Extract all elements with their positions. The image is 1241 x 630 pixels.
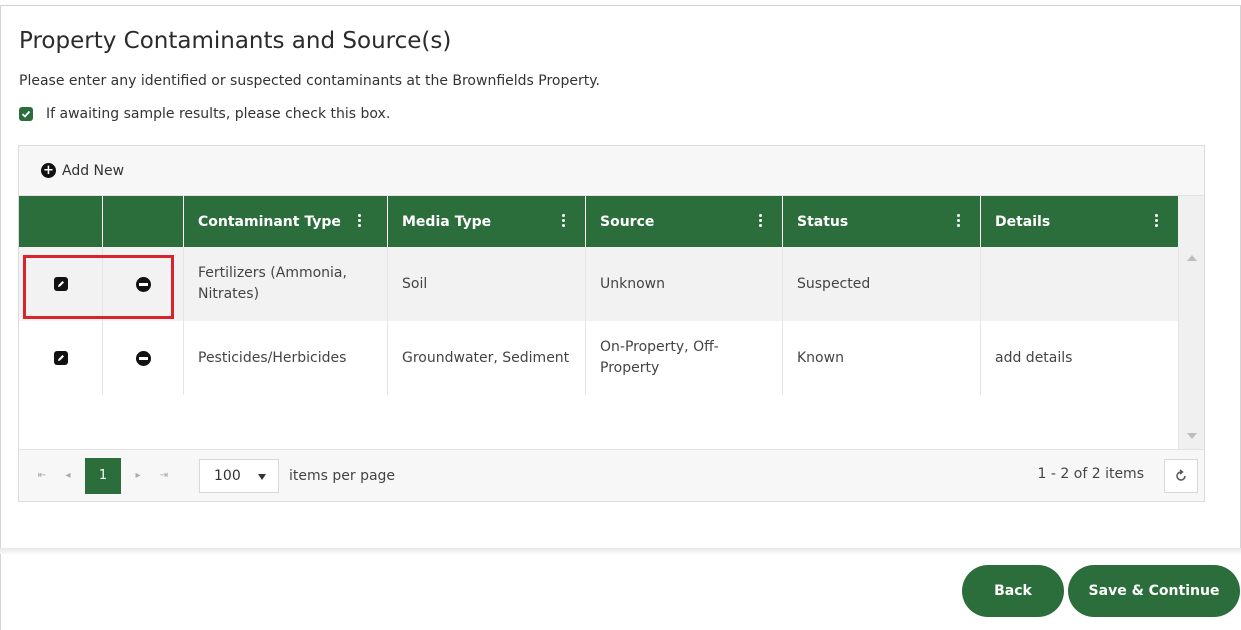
dropdown-caret-icon — [258, 473, 266, 480]
column-menu-icon[interactable] — [759, 214, 762, 227]
grid-toolbar: + Add New — [19, 146, 1204, 196]
header-status[interactable]: Status — [783, 196, 981, 247]
header-media-type[interactable]: Media Type — [388, 196, 586, 247]
remove-icon[interactable] — [135, 350, 151, 366]
refresh-icon — [1176, 469, 1186, 481]
add-new-button[interactable]: + Add New — [41, 163, 124, 179]
column-menu-icon[interactable] — [562, 214, 565, 227]
remove-icon[interactable] — [135, 276, 151, 292]
prev-page-icon[interactable]: ◂ — [55, 458, 81, 494]
column-menu-icon[interactable] — [358, 214, 361, 227]
edit-cell — [19, 321, 103, 395]
top-border — [0, 5, 1241, 6]
edit-icon[interactable] — [53, 351, 68, 365]
awaiting-results-label: If awaiting sample results, please check… — [46, 106, 391, 122]
footer-divider — [0, 548, 1241, 554]
header-label: Contaminant Type — [198, 213, 341, 230]
left-border — [0, 5, 1, 630]
back-button[interactable]: Back — [962, 565, 1064, 617]
page-number-button[interactable]: 1 — [85, 457, 121, 494]
awaiting-results-checkbox[interactable] — [19, 107, 33, 121]
first-page-icon[interactable]: ⇤ — [29, 458, 55, 494]
pager-info: 1 - 2 of 2 items — [1037, 466, 1144, 482]
contaminants-grid: + Add New Contaminant Type Media Type So… — [18, 145, 1205, 502]
save-continue-button[interactable]: Save & Continue — [1068, 565, 1240, 617]
cell-source: Unknown — [586, 247, 783, 321]
column-menu-icon[interactable] — [1155, 214, 1158, 227]
cell-status: Known — [783, 321, 981, 395]
header-label: Source — [600, 213, 655, 230]
page-size-select[interactable]: 100 — [199, 458, 279, 493]
cell-media-type: Soil — [388, 247, 586, 321]
header-label: Media Type — [402, 213, 492, 230]
check-icon — [21, 110, 31, 118]
edit-cell — [19, 247, 103, 321]
cell-details — [981, 247, 1178, 321]
next-page-icon[interactable]: ▸ — [125, 458, 151, 494]
grid-pager: ⇤ ◂ 1 ▸ ⇥ 100 items per page 1 - 2 of 2 … — [19, 449, 1204, 501]
scroll-up-icon[interactable] — [1187, 255, 1197, 261]
refresh-button[interactable] — [1164, 459, 1198, 493]
header-scrollbar-spacer — [1178, 196, 1204, 247]
header-label: Details — [995, 213, 1051, 230]
edit-icon[interactable] — [53, 277, 68, 291]
cell-details[interactable]: add details — [981, 321, 1178, 395]
cell-source: On-Property, Off-Property — [586, 321, 783, 395]
page-size-value: 100 — [214, 467, 241, 484]
cell-contaminant-type: Pesticides/Herbicides — [184, 321, 388, 395]
cell-contaminant-type: Fertilizers (Ammonia, Nitrates) — [184, 247, 388, 321]
header-edit-column — [19, 196, 103, 247]
table-row: Pesticides/Herbicides Groundwater, Sedim… — [19, 321, 1178, 395]
remove-cell — [103, 247, 184, 321]
add-new-label: Add New — [62, 162, 125, 179]
header-contaminant-type[interactable]: Contaminant Type — [184, 196, 388, 247]
scroll-down-icon[interactable] — [1187, 433, 1197, 439]
cell-status: Suspected — [783, 247, 981, 321]
page-title: Property Contaminants and Source(s) — [19, 28, 452, 54]
grid-header: Contaminant Type Media Type Source Statu… — [19, 196, 1178, 247]
remove-cell — [103, 321, 184, 395]
items-per-page-label: items per page — [289, 467, 396, 484]
cell-media-type: Groundwater, Sediment — [388, 321, 586, 395]
plus-circle-icon: + — [41, 163, 56, 178]
header-details[interactable]: Details — [981, 196, 1178, 247]
last-page-icon[interactable]: ⇥ — [151, 458, 177, 494]
header-remove-column — [103, 196, 184, 247]
column-menu-icon[interactable] — [957, 214, 960, 227]
grid-body: Fertilizers (Ammonia, Nitrates) Soil Unk… — [19, 247, 1178, 395]
page-frame: Property Contaminants and Source(s) Plea… — [0, 0, 1241, 630]
table-row: Fertilizers (Ammonia, Nitrates) Soil Unk… — [19, 247, 1178, 321]
header-label: Status — [797, 213, 849, 230]
vertical-scrollbar[interactable] — [1178, 247, 1204, 449]
awaiting-results-checkbox-row[interactable]: If awaiting sample results, please check… — [19, 106, 390, 122]
header-source[interactable]: Source — [586, 196, 783, 247]
intro-text: Please enter any identified or suspected… — [19, 73, 600, 89]
